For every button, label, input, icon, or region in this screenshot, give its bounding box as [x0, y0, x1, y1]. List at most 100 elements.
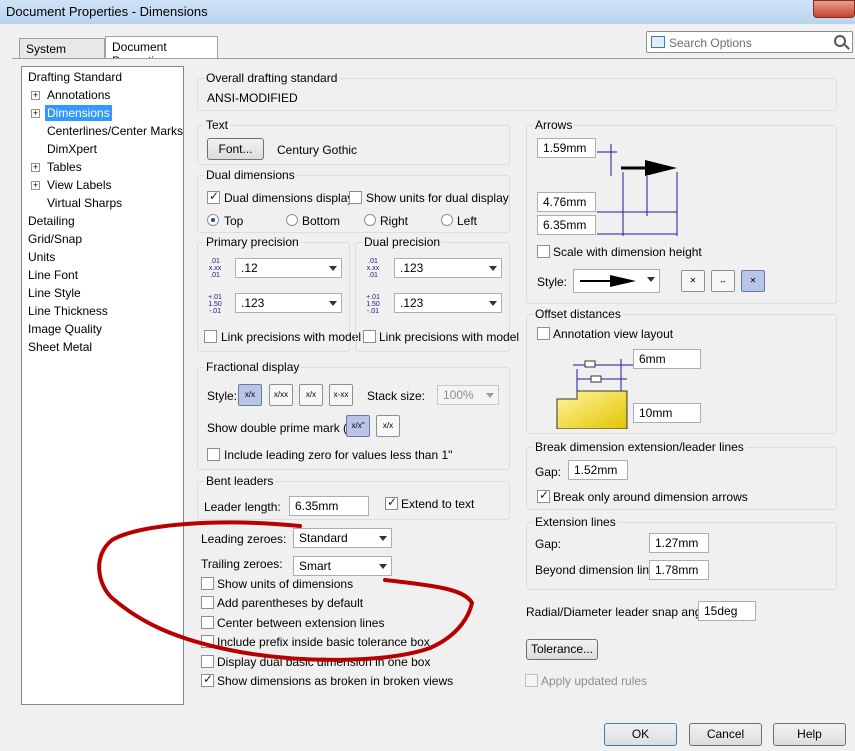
arrow-width-field[interactable]: 4.76mm: [537, 192, 596, 212]
arrow-height-field[interactable]: 1.59mm: [537, 138, 596, 158]
cancel-button[interactable]: Cancel: [689, 723, 762, 746]
tree-item-detailing[interactable]: Detailing: [28, 213, 75, 229]
leading-zeroes-label: Leading zeroes:: [201, 532, 287, 546]
tree-item-grid-snap[interactable]: Grid/Snap: [28, 231, 82, 247]
group-title: Primary precision: [204, 235, 301, 249]
primary-precision-select[interactable]: .12: [235, 258, 342, 278]
title-bar: Document Properties - Dimensions: [0, 0, 855, 24]
tab-system-options[interactable]: System Options: [19, 38, 105, 70]
tree-item-image-quality[interactable]: Image Quality: [28, 321, 102, 337]
font-button[interactable]: Font...: [207, 138, 264, 160]
double-prime-on-icon[interactable]: x/x": [346, 415, 370, 437]
dual-precision-value: .123: [400, 261, 424, 275]
tree-item-annotations[interactable]: Annotations: [47, 87, 110, 103]
beyond-field[interactable]: 1.78mm: [649, 560, 709, 580]
bottom-radio[interactable]: [286, 214, 298, 226]
tree-item-line-thickness[interactable]: Line Thickness: [28, 303, 108, 319]
tolerance-icon-mid: 1.50: [366, 301, 380, 308]
leader-length-field[interactable]: 6.35mm: [289, 496, 369, 516]
dual-precision-select[interactable]: .123: [394, 258, 502, 278]
leading-zeroes-select[interactable]: Standard: [293, 528, 392, 548]
arrows-outside-icon[interactable]: ✕: [681, 270, 705, 292]
search-input[interactable]: Search Options: [669, 36, 752, 50]
tree-item-dimxpert[interactable]: DimXpert: [47, 141, 97, 157]
link-precision-checkbox[interactable]: [204, 330, 217, 343]
double-prime-off-icon[interactable]: x/x: [376, 415, 400, 437]
radial-snap-field[interactable]: 15deg: [698, 601, 756, 621]
link-dual-precision-checkbox[interactable]: [363, 330, 376, 343]
add-parentheses-checkbox[interactable]: [201, 596, 214, 609]
expand-icon[interactable]: +: [31, 109, 40, 118]
leader-length-label: Leader length:: [204, 500, 281, 514]
tree-item-centerlines[interactable]: Centerlines/Center Marks: [47, 123, 183, 139]
extension-gap-field[interactable]: 1.27mm: [649, 533, 709, 553]
top-radio[interactable]: [207, 214, 219, 226]
extend-to-text-label: Extend to text: [401, 497, 475, 511]
close-button[interactable]: [813, 0, 855, 18]
include-prefix-checkbox[interactable]: [201, 635, 214, 648]
arrows-inside-icon[interactable]: ↔: [711, 270, 735, 292]
trailing-zeroes-select[interactable]: Smart: [293, 556, 392, 576]
leading-zero-checkbox[interactable]: [207, 448, 220, 461]
fraction-diagonal-icon[interactable]: x/x: [238, 384, 262, 406]
fraction-slanted-icon[interactable]: x/x: [299, 384, 323, 406]
include-prefix-label: Include prefix inside basic tolerance bo…: [217, 635, 430, 649]
search-icon[interactable]: [834, 35, 846, 47]
center-extension-checkbox[interactable]: [201, 616, 214, 629]
arrows-smart-icon[interactable]: ✕: [741, 270, 765, 292]
offset-distances-group: Offset distances Annotation view layout …: [526, 307, 837, 434]
show-units-checkbox[interactable]: [201, 577, 214, 590]
tree-item-line-font[interactable]: Line Font: [28, 267, 78, 283]
apply-rules-checkbox[interactable]: [525, 674, 538, 687]
bent-leaders-group: Bent leaders Leader length: 6.35mm Exten…: [197, 474, 510, 520]
arrow-length-field[interactable]: 6.35mm: [537, 215, 596, 235]
precision-icon-bot: .01: [210, 272, 220, 279]
dual-display-checkbox[interactable]: [207, 189, 220, 204]
dual-tolerance-value: .123: [400, 296, 424, 310]
options-tree[interactable]: Drafting Standard + Annotations + Dimens…: [21, 66, 184, 705]
fraction-linear-icon[interactable]: x-xx: [329, 384, 353, 406]
primary-tolerance-select[interactable]: .123: [235, 293, 342, 313]
tolerance-button[interactable]: Tolerance...: [526, 639, 598, 660]
dual-tolerance-select[interactable]: .123: [394, 293, 502, 313]
search-box[interactable]: Search Options: [646, 31, 853, 53]
tree-item-virtual-sharps[interactable]: Virtual Sharps: [47, 195, 122, 211]
tab-document-properties[interactable]: Document Properties: [105, 36, 218, 68]
left-radio[interactable]: [441, 214, 453, 226]
offset-first-field[interactable]: 6mm: [633, 349, 701, 369]
bottom-label: Bottom: [302, 214, 341, 228]
font-name: Century Gothic: [277, 143, 358, 157]
help-button[interactable]: Help: [773, 723, 846, 746]
offset-second-field[interactable]: 10mm: [633, 403, 701, 423]
arrow-style-select[interactable]: [573, 269, 660, 293]
tree-item-view-labels[interactable]: View Labels: [47, 177, 112, 193]
break-gap-field[interactable]: 1.52mm: [568, 460, 628, 480]
dual-precision-group: Dual precision .01 x.xx .01 .123 +.01 1.…: [355, 235, 519, 352]
tree-item-dimensions[interactable]: Dimensions: [45, 105, 112, 121]
fraction-stacked-icon[interactable]: x/xx: [269, 384, 293, 406]
center-extension-label: Center between extension lines: [217, 616, 385, 630]
right-radio[interactable]: [364, 214, 376, 226]
tree-item-units[interactable]: Units: [28, 249, 55, 265]
expand-icon[interactable]: +: [31, 91, 40, 100]
group-title: Bent leaders: [204, 474, 276, 488]
show-units-dual-checkbox[interactable]: [349, 191, 362, 204]
break-lines-group: Break dimension extension/leader lines G…: [526, 440, 837, 510]
tree-item-sheet-metal[interactable]: Sheet Metal: [28, 339, 92, 355]
window-title: Document Properties - Dimensions: [6, 4, 208, 19]
extend-to-text-checkbox[interactable]: [385, 495, 398, 510]
expand-icon[interactable]: +: [31, 181, 40, 190]
tree-item-drafting-standard[interactable]: Drafting Standard: [28, 69, 122, 85]
dual-basic-checkbox[interactable]: [201, 655, 214, 668]
group-title: Extension lines: [533, 515, 618, 529]
ok-button[interactable]: OK: [604, 723, 677, 746]
dual-dimensions-group: Dual dimensions Dual dimensions display …: [197, 168, 510, 233]
break-only-arrows-checkbox[interactable]: [537, 488, 550, 503]
scale-dimension-checkbox[interactable]: [537, 245, 550, 258]
broken-views-checkbox[interactable]: [201, 672, 214, 687]
stack-size-select[interactable]: 100%: [437, 385, 499, 405]
annotation-view-checkbox[interactable]: [537, 327, 550, 340]
tree-item-tables[interactable]: Tables: [47, 159, 82, 175]
tree-item-line-style[interactable]: Line Style: [28, 285, 81, 301]
expand-icon[interactable]: +: [31, 163, 40, 172]
